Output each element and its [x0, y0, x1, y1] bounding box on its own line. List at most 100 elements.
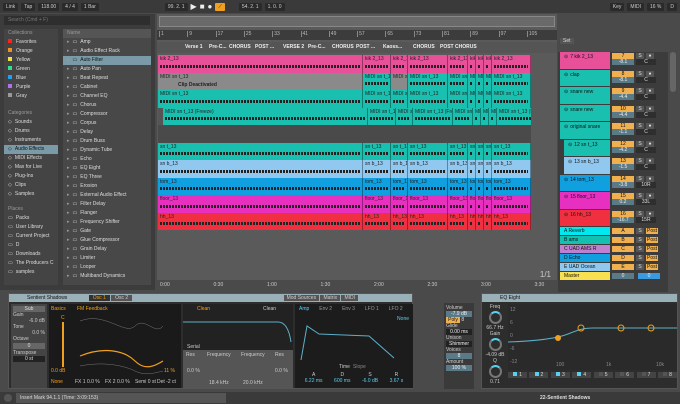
- browser-item[interactable]: ▸ ▭ Cabinet: [63, 83, 151, 92]
- song-position[interactable]: 99. 2. 1: [164, 2, 188, 11]
- return-track-header[interactable]: A Reverb: [560, 227, 610, 235]
- browser-item[interactable]: ▸ ▭ Dynamic Tube: [63, 146, 151, 155]
- eq-band-toggle[interactable]: 8: [657, 372, 677, 378]
- clip[interactable]: floor_13: [492, 195, 531, 213]
- browser-item[interactable]: ▸ ▭ Channel EQ: [63, 92, 151, 101]
- clip[interactable]: sn b_13: [391, 160, 408, 178]
- browser-item[interactable]: ▸ ▭ Flanger: [63, 209, 151, 218]
- env-tab[interactable]: Amp: [299, 306, 309, 312]
- tempo-field[interactable]: 118.00: [38, 2, 60, 11]
- clip[interactable]: sn t_13: [448, 143, 468, 160]
- quantize-menu[interactable]: 1 Bar: [80, 2, 99, 11]
- clip[interactable]: MIDI sn t_13: [468, 73, 476, 90]
- clip[interactable]: tom_13: [492, 178, 531, 195]
- track-header[interactable]: ⊝ 15 floor_13: [560, 192, 610, 209]
- time-signature[interactable]: 4 / 4: [62, 2, 78, 11]
- expand-arrow-icon[interactable]: ▸: [67, 111, 70, 117]
- amount-field[interactable]: 100 %: [446, 365, 472, 371]
- locator-marker[interactable]: Pre-C...: [308, 44, 326, 50]
- solo-button[interactable]: S: [636, 237, 644, 243]
- clip[interactable]: MIDI sn t_13: [484, 73, 492, 90]
- track-header[interactable]: ⊝ original snare: [560, 122, 610, 139]
- volume-field[interactable]: -8.1: [612, 59, 634, 65]
- clip[interactable]: sn b_13: [484, 160, 492, 178]
- clip[interactable]: tom_13: [408, 178, 448, 195]
- clip[interactable]: hh_13: [468, 213, 476, 230]
- pan-field[interactable]: C: [636, 59, 656, 65]
- track-header[interactable]: ⊝ 16 hh_13: [560, 210, 610, 226]
- track-header[interactable]: ⊝ 7 kik 2_13: [560, 52, 610, 69]
- expand-arrow-icon[interactable]: ▸: [67, 48, 70, 54]
- expand-arrow-icon[interactable]: ▸: [67, 66, 70, 72]
- clip[interactable]: kik 2_13: [158, 55, 363, 73]
- collection-item[interactable]: Yellow: [4, 56, 58, 65]
- track-lane[interactable]: hh_13hh_13hh_13hh_13hh_13hh_13hh_13hh_13…: [158, 213, 531, 230]
- clip[interactable]: tom_13: [391, 178, 408, 195]
- play-icon[interactable]: ▶: [191, 2, 197, 11]
- return-activator[interactable]: B: [612, 237, 634, 243]
- semi-field[interactable]: Semi 0 st: [135, 379, 156, 385]
- pan-field[interactable]: C: [636, 94, 656, 100]
- expand-arrow-icon[interactable]: ▸: [67, 255, 70, 261]
- browser-item[interactable]: ▸ ▭ Gate: [63, 227, 151, 236]
- expand-arrow-icon[interactable]: ▸: [67, 57, 70, 63]
- slope-tab[interactable]: Slope: [353, 364, 366, 370]
- pan-field[interactable]: 10R: [636, 182, 656, 188]
- adsr-param[interactable]: S -6.0 dB: [362, 372, 378, 384]
- clip[interactable]: hh_13: [492, 213, 531, 230]
- collection-item[interactable]: Gray: [4, 92, 58, 101]
- eq-band-toggle[interactable]: 2: [529, 372, 549, 378]
- volume-field[interactable]: -4.4: [612, 94, 634, 100]
- expand-arrow-icon[interactable]: ▸: [67, 174, 70, 180]
- expand-arrow-icon[interactable]: ▸: [67, 84, 70, 90]
- fold-icon[interactable]: ⊝: [568, 159, 572, 165]
- browser-item[interactable]: ▸ ▭ Multiband Dynamics: [63, 272, 151, 281]
- clip[interactable]: MIDI sn t_13 (Freeze): [481, 108, 489, 125]
- pan-field[interactable]: C: [636, 129, 656, 135]
- locator-marker[interactable]: CHORUS: [413, 44, 435, 50]
- solo-button[interactable]: S: [636, 255, 644, 261]
- clip[interactable]: sn b_13: [408, 160, 448, 178]
- track-lane[interactable]: floor_13floor_13floor_13floor_13floor_13…: [158, 195, 531, 213]
- browser-item[interactable]: ▸ ▭ Auto Filter: [63, 56, 151, 65]
- master-activator[interactable]: 0: [612, 273, 634, 279]
- volume-field[interactable]: -4.2: [612, 147, 634, 153]
- expand-arrow-icon[interactable]: ▸: [67, 120, 70, 126]
- clip[interactable]: tom_13: [484, 178, 492, 195]
- category-item[interactable]: ◇ Audio Effects: [4, 145, 58, 154]
- clip[interactable]: tom_13: [448, 178, 468, 195]
- solo-button[interactable]: S: [636, 246, 644, 252]
- browser-item[interactable]: ▸ ▭ Limiter: [63, 254, 151, 263]
- track-lane[interactable]: MIDI sn t_13 (Freeze) MIDI sn t_13 (Freez…: [158, 108, 531, 125]
- category-item[interactable]: ◇ Plug-Ins: [4, 172, 58, 181]
- fold-icon[interactable]: ⊝: [564, 177, 568, 183]
- volume-field[interactable]: -1.5: [612, 164, 634, 170]
- eq-gain-knob[interactable]: [488, 338, 502, 351]
- clip[interactable]: MIDI sn t_13 (Freeze): [413, 108, 453, 125]
- locator-marker[interactable]: POST CHORUS: [440, 44, 477, 50]
- clip[interactable]: tom_13: [476, 178, 484, 195]
- tab-osc-1[interactable]: Osc 1: [88, 295, 110, 301]
- place-item[interactable]: ▭ User Library: [4, 223, 58, 232]
- clip[interactable]: MIDI sn t_13: [492, 73, 531, 90]
- track-header[interactable]: ⊝ 12 sn t_13: [564, 140, 610, 156]
- locator-marker[interactable]: Pre-C...: [209, 44, 227, 50]
- clip[interactable]: MIDI sn t_13: [448, 73, 468, 90]
- midi-map-button[interactable]: MIDI: [627, 2, 644, 11]
- place-item[interactable]: ▭ D: [4, 241, 58, 250]
- browser-item[interactable]: ▸ ▭ Chorus: [63, 101, 151, 110]
- eq-band-toggle[interactable]: 7: [636, 372, 656, 378]
- locator-marker[interactable]: POST ...: [356, 44, 375, 50]
- browser-item[interactable]: ▸ ▭ Beat Repeat: [63, 74, 151, 83]
- clip[interactable]: MIDI sn t_13: [363, 90, 391, 108]
- expand-arrow-icon[interactable]: ▸: [67, 102, 70, 108]
- track-header[interactable]: ⊝ snare new: [560, 87, 610, 104]
- expand-arrow-icon[interactable]: ▸: [67, 192, 70, 198]
- expand-arrow-icon[interactable]: ▸: [67, 183, 70, 189]
- clip[interactable]: sn t_13: [492, 143, 531, 160]
- clip[interactable]: kik 2_13: [492, 55, 531, 73]
- expand-arrow-icon[interactable]: ▸: [67, 264, 70, 270]
- place-item[interactable]: ▭ Downloads: [4, 250, 58, 259]
- browser-item[interactable]: ▸ ▭ EQ Eight: [63, 164, 151, 173]
- track-lane[interactable]: tom_13tom_13tom_13tom_13tom_13tom_13tom_…: [158, 178, 531, 195]
